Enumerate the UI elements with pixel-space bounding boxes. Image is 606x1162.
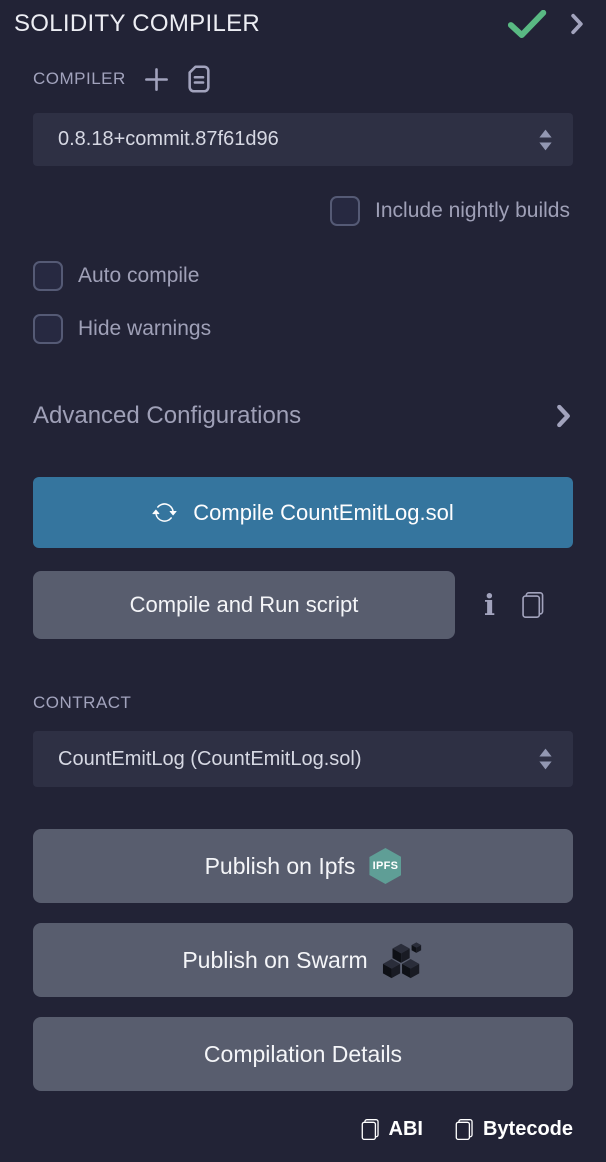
panel-header: SOLIDITY COMPILER <box>0 0 606 38</box>
compilation-details-label: Compilation Details <box>204 1041 402 1068</box>
select-caret-updown-icon <box>538 129 553 151</box>
contract-label-row: CONTRACT <box>33 692 573 714</box>
contract-select-value: CountEmitLog (CountEmitLog.sol) <box>58 748 361 771</box>
publish-on-ipfs-button[interactable]: Publish on Ipfs IPFS <box>33 829 573 903</box>
copy-abi-label: ABI <box>389 1118 423 1141</box>
hide-warnings-label[interactable]: Hide warnings <box>78 317 211 341</box>
advanced-configurations-label: Advanced Configurations <box>33 402 301 430</box>
copy-icon <box>453 1118 474 1141</box>
auto-compile-row: Auto compile <box>33 260 573 291</box>
copy-bytecode-button[interactable]: Bytecode <box>453 1118 573 1141</box>
advanced-configurations-toggle[interactable]: Advanced Configurations <box>33 402 573 430</box>
select-caret-updown-icon <box>538 748 553 770</box>
compile-button-label: Compile CountEmitLog.sol <box>193 500 453 526</box>
copy-abi-button[interactable]: ABI <box>359 1118 423 1141</box>
include-nightly-checkbox[interactable] <box>330 196 360 226</box>
publish-swarm-label: Publish on Swarm <box>182 947 367 974</box>
copy-bytecode-label: Bytecode <box>483 1118 573 1141</box>
compiler-section-label: COMPILER <box>33 69 126 89</box>
refresh-icon <box>152 500 177 525</box>
compiler-version-select[interactable]: 0.8.18+commit.87f61d96 <box>33 113 573 166</box>
auto-compile-label[interactable]: Auto compile <box>78 264 199 288</box>
compile-run-row: Compile and Run script i <box>33 571 573 639</box>
hide-warnings-checkbox[interactable] <box>33 314 63 344</box>
advanced-chevron-right-icon <box>556 404 571 428</box>
publish-on-swarm-button[interactable]: Publish on Swarm <box>33 923 573 997</box>
compile-and-run-button[interactable]: Compile and Run script <box>33 571 455 639</box>
include-nightly-label[interactable]: Include nightly builds <box>375 199 570 223</box>
compile-button[interactable]: Compile CountEmitLog.sol <box>33 477 573 548</box>
contract-select[interactable]: CountEmitLog (CountEmitLog.sol) <box>33 731 573 787</box>
add-custom-compiler-plus-icon[interactable] <box>143 66 170 93</box>
copy-icon <box>359 1118 380 1141</box>
include-nightly-row: Include nightly builds <box>33 195 573 226</box>
copy-script-icon[interactable] <box>519 591 545 619</box>
compilation-details-button[interactable]: Compilation Details <box>33 1017 573 1091</box>
auto-compile-checkbox[interactable] <box>33 261 63 291</box>
swarm-logo-icon <box>382 939 424 981</box>
compiler-version-value: 0.8.18+commit.87f61d96 <box>58 128 279 151</box>
page-title: SOLIDITY COMPILER <box>14 10 260 38</box>
collapse-panel-chevron-right-icon[interactable] <box>570 13 584 35</box>
open-compiler-config-file-icon[interactable] <box>187 65 211 93</box>
publish-ipfs-label: Publish on Ipfs <box>205 853 356 880</box>
contract-section-label: CONTRACT <box>33 693 131 713</box>
info-icon[interactable]: i <box>484 591 495 620</box>
compile-success-check-icon <box>506 10 548 38</box>
compile-and-run-label: Compile and Run script <box>130 592 359 618</box>
hide-warnings-row: Hide warnings <box>33 313 573 344</box>
copy-footer-row: ABI Bytecode <box>33 1118 573 1141</box>
ipfs-logo-icon: IPFS <box>369 848 401 884</box>
compiler-label-row: COMPILER <box>33 64 573 94</box>
